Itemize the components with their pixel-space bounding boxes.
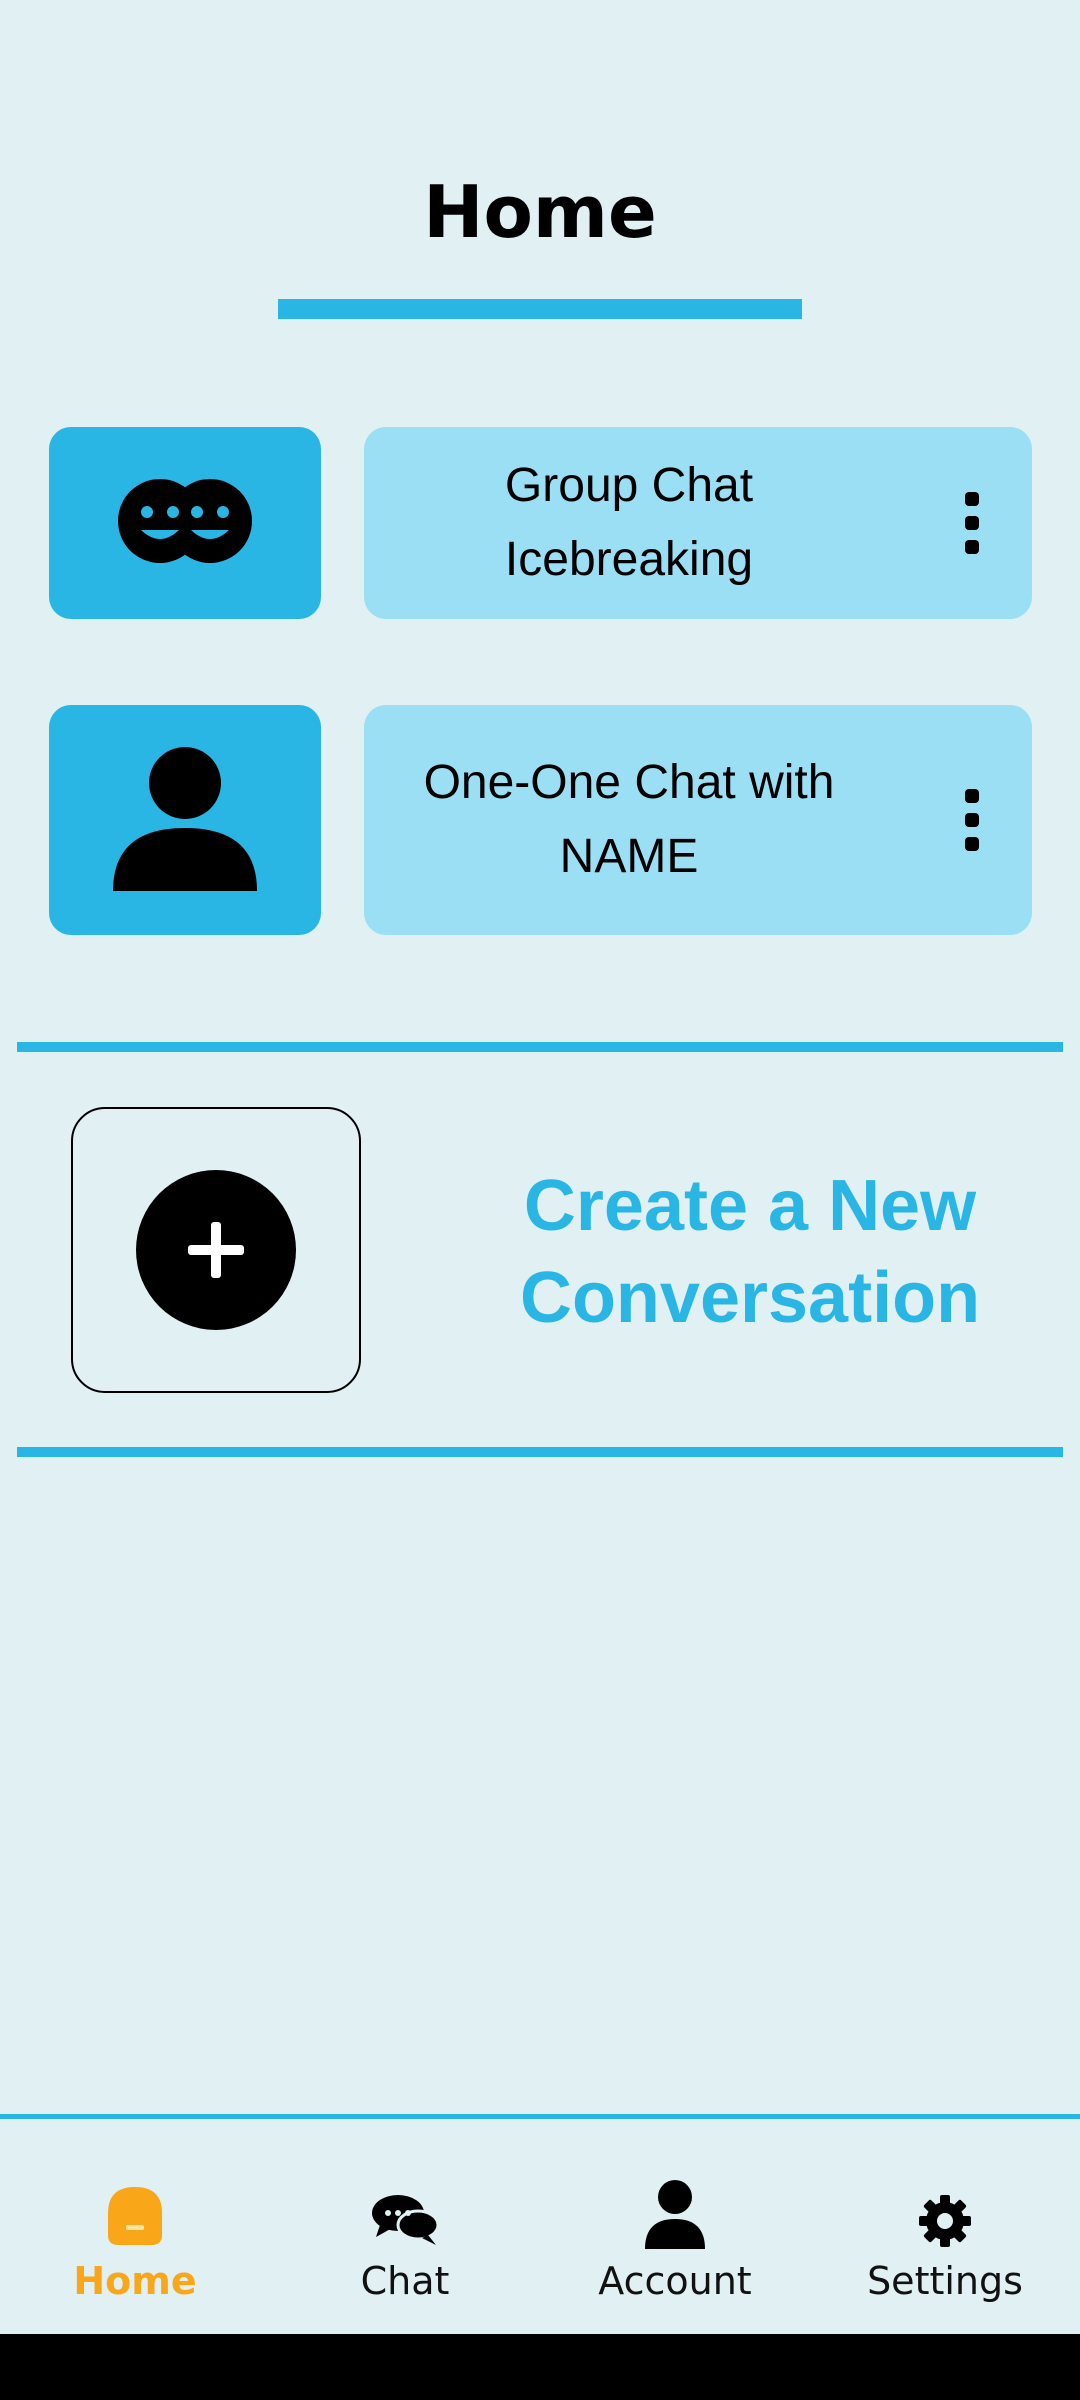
nav-account[interactable]: Account: [540, 2119, 810, 2339]
group-chat-icon-button[interactable]: [49, 427, 321, 619]
title-underline: [278, 299, 802, 319]
home-icon: [102, 2169, 168, 2249]
conversation-label: Group Chat Icebreaking: [504, 459, 754, 586]
nav-chat[interactable]: Chat: [270, 2119, 540, 2339]
page-title: Home: [423, 170, 657, 254]
create-conversation-button[interactable]: [71, 1107, 361, 1393]
system-navigation-bar: [0, 2334, 1080, 2400]
account-icon: [643, 2169, 707, 2249]
conversation-card-group[interactable]: Group Chat Icebreaking: [364, 427, 1032, 619]
chat-bubbles-icon: [370, 2169, 440, 2249]
section-divider-top: [17, 1042, 1063, 1052]
person-icon: [110, 743, 260, 898]
conversation-card-one-one[interactable]: One-One Chat with NAME: [364, 705, 1032, 935]
nav-label: Home: [73, 2259, 197, 2303]
more-options-icon[interactable]: [952, 427, 992, 619]
nav-label: Account: [598, 2259, 752, 2303]
gear-icon: [917, 2169, 973, 2249]
conversation-label: One-One Chat with NAME: [423, 756, 835, 883]
nav-label: Chat: [360, 2259, 450, 2303]
nav-settings[interactable]: Settings: [810, 2119, 1080, 2339]
create-conversation-label[interactable]: Create a New Conversation: [470, 1160, 1030, 1344]
plus-circle-icon: [136, 1170, 296, 1330]
section-divider-bottom: [17, 1447, 1063, 1457]
group-smile-icon: [115, 476, 255, 571]
nav-home[interactable]: Home: [0, 2119, 270, 2339]
one-one-chat-icon-button[interactable]: [49, 705, 321, 935]
more-options-icon[interactable]: [952, 705, 992, 935]
nav-label: Settings: [867, 2259, 1023, 2303]
bottom-navigation: Home Chat Account Settings: [0, 2114, 1080, 2339]
